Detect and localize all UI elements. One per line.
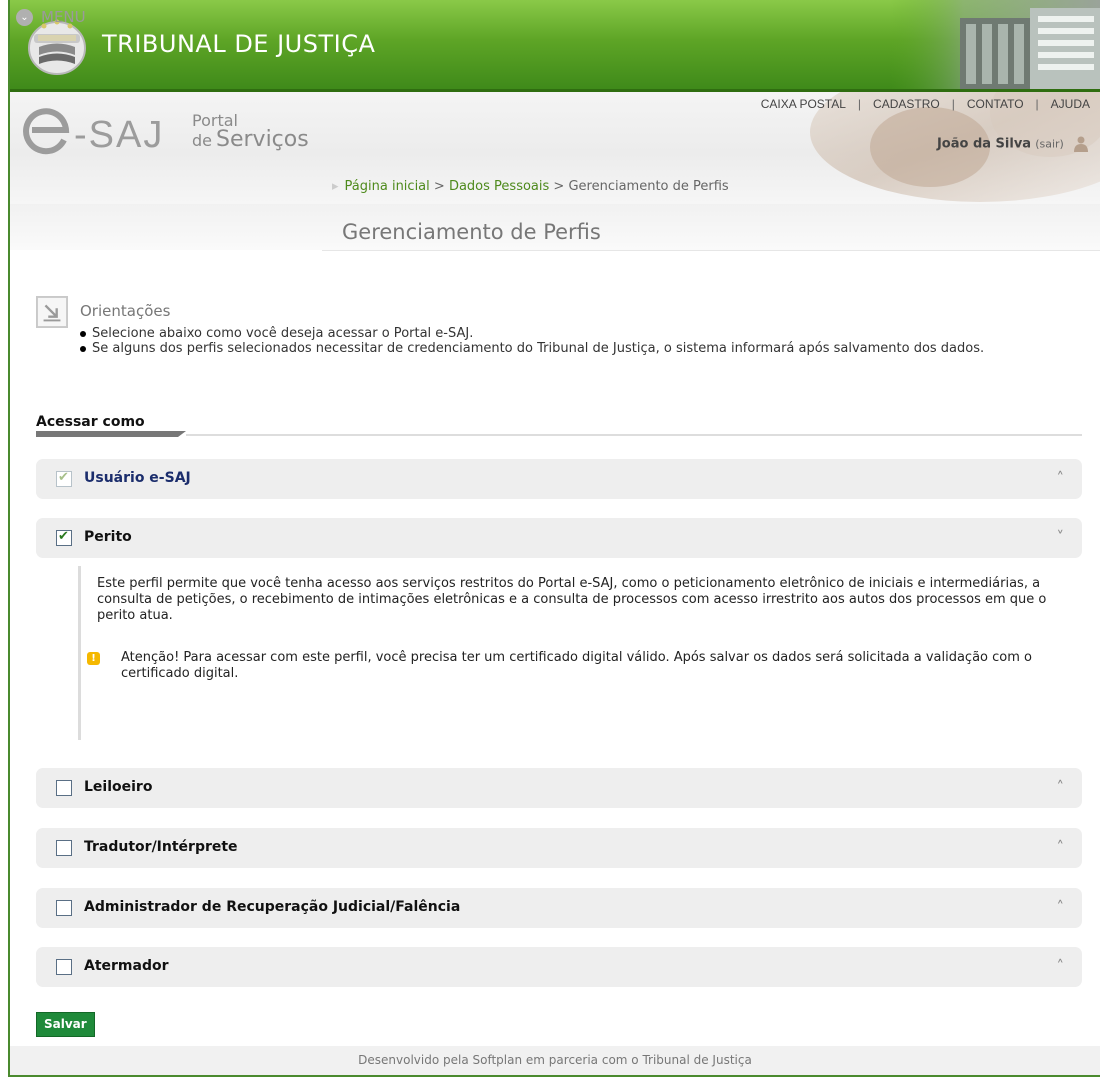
footer-text: Desenvolvido pela Softplan em parceria c… — [358, 1053, 752, 1067]
perito-detail-panel: Este perfil permite que você tenha acess… — [78, 566, 1078, 740]
user-name: João da Silva — [936, 136, 1032, 152]
building-image — [890, 0, 1100, 89]
double-chevron-down-icon[interactable]: ˅ — [1057, 528, 1065, 546]
leiloeiro-checkbox[interactable] — [56, 780, 72, 796]
top-banner: TRIBUNAL DE JUSTIÇA — [10, 0, 1100, 92]
breadcrumb-home[interactable]: Página inicial — [345, 179, 430, 194]
profile-label: Tradutor/Intérprete — [84, 839, 238, 855]
profile-row-administrador[interactable]: Administrador de Recuperação Judicial/Fa… — [36, 888, 1082, 928]
profile-label: Leiloeiro — [84, 779, 153, 795]
atermador-checkbox[interactable] — [56, 959, 72, 975]
warning-text: Atenção! Para acessar com este perfil, v… — [121, 650, 1032, 681]
profile-row-tradutor[interactable]: Tradutor/Intérprete ˄ — [36, 828, 1082, 868]
orientacoes-list: Selecione abaixo como você deseja acessa… — [80, 326, 1060, 356]
breadcrumb-dados-pessoais[interactable]: Dados Pessoais — [449, 179, 549, 194]
list-item: Se alguns dos perfis selecionados necess… — [80, 341, 1060, 356]
separator: | — [857, 97, 862, 111]
double-chevron-up-icon[interactable]: ˄ — [1057, 957, 1065, 975]
double-chevron-up-icon[interactable]: ˄ — [1057, 778, 1065, 796]
double-chevron-up-icon[interactable]: ˄ — [1057, 469, 1065, 487]
profile-row-perito[interactable]: Perito ˅ — [36, 518, 1082, 558]
profile-label: Usuário e-SAJ — [84, 470, 191, 486]
link-cadastro[interactable]: CADASTRO — [873, 97, 940, 111]
perito-description: Este perfil permite que você tenha acess… — [97, 576, 1047, 623]
perito-checkbox[interactable] — [56, 529, 72, 546]
menu-label: MENU — [41, 8, 86, 26]
link-contato[interactable]: CONTATO — [967, 97, 1024, 111]
user-box: João da Silva (sair) — [937, 136, 1088, 152]
administrador-checkbox[interactable] — [56, 900, 72, 916]
brand-saj: -SAJ — [74, 114, 165, 156]
arrow-down-right-icon — [36, 296, 68, 328]
perito-warning: ! Atenção! Para acessar com este perfil,… — [83, 650, 1043, 682]
separator: | — [1035, 97, 1039, 111]
page: TRIBUNAL DE JUSTIÇA -SAJ Portal de Servi… — [0, 0, 1100, 1077]
double-chevron-up-icon[interactable]: ˄ — [1057, 838, 1065, 856]
chevron-down-icon: ⌄ — [16, 9, 33, 26]
section-title: Acessar como — [36, 414, 145, 430]
title-divider — [322, 250, 1100, 251]
breadcrumb-current: Gerenciamento de Perfis — [568, 179, 729, 194]
tradutor-checkbox[interactable] — [56, 840, 72, 856]
profile-row-leiloeiro[interactable]: Leiloeiro ˄ — [36, 768, 1082, 808]
breadcrumb-separator: > — [433, 179, 445, 194]
profile-row-usuario-esaj[interactable]: Usuário e-SAJ ˄ — [36, 459, 1082, 499]
save-button[interactable]: Salvar — [36, 1012, 95, 1037]
footer: Desenvolvido pela Softplan em parceria c… — [10, 1046, 1100, 1077]
link-caixa-postal[interactable]: CAIXA POSTAL — [761, 97, 846, 111]
menu-toggle[interactable]: ⌄ MENU — [16, 8, 86, 26]
profile-label: Atermador — [84, 958, 169, 974]
profile-label: Perito — [84, 529, 132, 545]
breadcrumb: ▸ Página inicial > Dados Pessoais > Geren… — [332, 179, 729, 194]
link-ajuda[interactable]: AJUDA — [1051, 97, 1090, 111]
page-title: Gerenciamento de Perfis — [342, 220, 601, 244]
brand-servicos: Serviços — [216, 127, 309, 152]
user-icon — [1074, 136, 1088, 152]
profile-row-atermador[interactable]: Atermador ˄ — [36, 947, 1082, 987]
orientacoes-title: Orientações — [80, 302, 171, 320]
breadcrumb-arrow-icon: ▸ — [332, 179, 339, 194]
profile-label: Administrador de Recuperação Judicial/Fa… — [84, 899, 461, 915]
separator: | — [951, 97, 955, 111]
left-border — [8, 0, 10, 1077]
section-divider — [36, 431, 1082, 437]
double-chevron-up-icon[interactable]: ˄ — [1057, 898, 1065, 916]
esaj-e-logo — [23, 108, 70, 155]
brand-de: de — [192, 131, 212, 150]
breadcrumb-separator: > — [553, 179, 565, 194]
exclamation-icon: ! — [87, 652, 100, 665]
logout-link[interactable]: (sair) — [1035, 138, 1064, 151]
usuario-esaj-checkbox — [56, 470, 72, 487]
banner-title: TRIBUNAL DE JUSTIÇA — [102, 30, 376, 58]
portal-header: -SAJ Portal de Serviços CAIXA POSTAL | CAD… — [10, 92, 1100, 204]
top-links: CAIXA POSTAL | CADASTRO | CONTATO | AJUDA — [761, 97, 1090, 111]
list-item: Selecione abaixo como você deseja acessa… — [80, 326, 1060, 341]
